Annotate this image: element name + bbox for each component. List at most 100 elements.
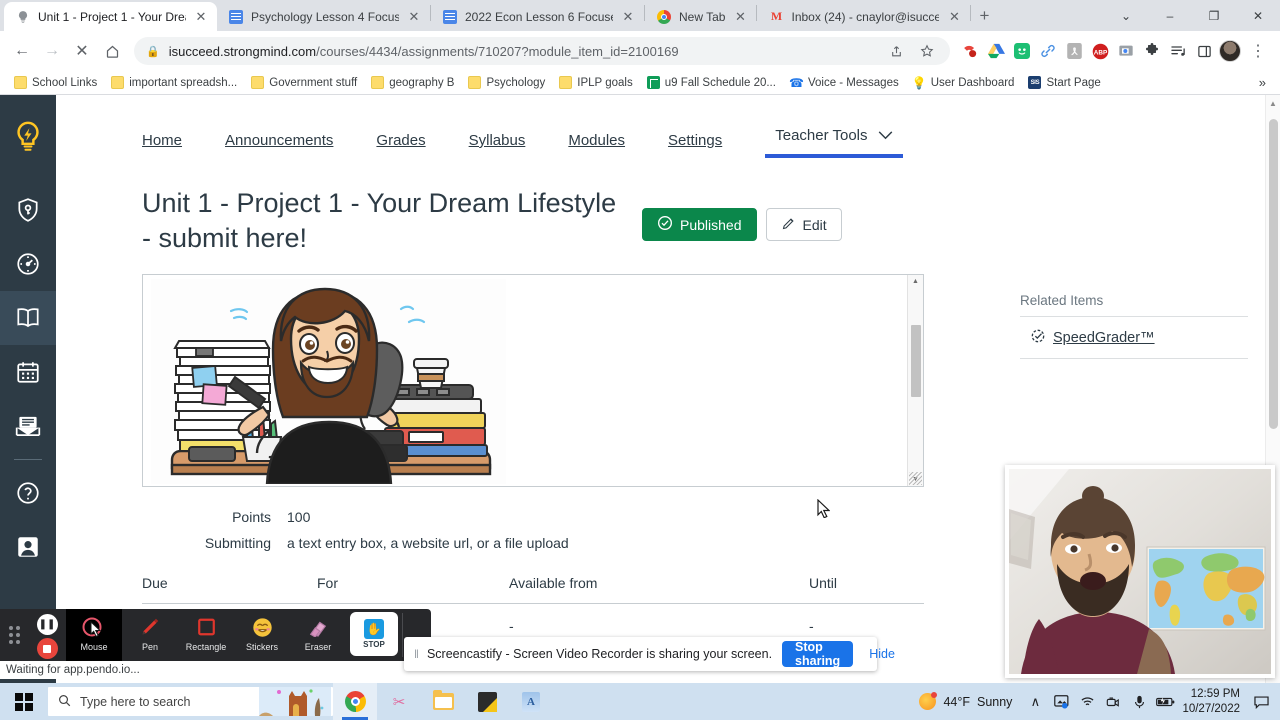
close-icon[interactable]: ✕ (406, 9, 422, 25)
show-hidden-icons-chevron-icon[interactable]: ∧ (1022, 683, 1048, 720)
sidebar-item-admin[interactable] (0, 183, 56, 237)
course-nav-grades[interactable]: Grades (376, 128, 425, 153)
side-panel-icon[interactable] (1192, 39, 1216, 63)
bookmark-geography-b[interactable]: geography B (365, 74, 460, 91)
chrome-remote-desktop-extension-icon[interactable] (1114, 39, 1138, 63)
teacher-tools-dropdown[interactable]: Teacher Tools (765, 123, 903, 158)
tool-stickers[interactable]: Stickers (234, 609, 290, 661)
bookmark-important-spreadsheets[interactable]: important spreadsh... (105, 74, 243, 91)
bookmark-u9-fall-schedule[interactable]: u9 Fall Schedule 20... (641, 74, 782, 91)
sidebar-item-courses[interactable] (0, 291, 56, 345)
tool-mouse[interactable]: Mouse (66, 609, 122, 661)
bookmarks-overflow-icon[interactable]: » (1253, 75, 1272, 90)
bookmark-iplp-goals[interactable]: IPLP goals (553, 74, 638, 91)
scroll-up-icon[interactable]: ▲ (912, 275, 919, 288)
microphone-icon[interactable] (1126, 683, 1152, 720)
bitmoji-extension-icon[interactable] (1010, 39, 1034, 63)
edit-button[interactable]: Edit (765, 208, 842, 241)
browser-tab-3[interactable]: New Tab ✕ (645, 2, 756, 31)
browser-tab-0[interactable]: Unit 1 - Project 1 - Your Drea ✕ (4, 2, 217, 31)
iframe-scrollbar[interactable]: ▲ ▼ (907, 275, 923, 487)
bookmark-label: important spreadsh... (129, 76, 238, 89)
bookmark-psychology[interactable]: Psychology (462, 74, 551, 91)
resize-grip-icon[interactable] (909, 472, 922, 486)
sidebar-item-dashboard[interactable] (0, 237, 56, 291)
new-tab-button[interactable]: + (971, 3, 997, 29)
hide-button[interactable]: Hide (863, 647, 901, 661)
record-stop-icon[interactable] (36, 638, 58, 659)
close-window-button[interactable]: ✕ (1236, 0, 1280, 31)
bookmark-user-dashboard[interactable]: 💡 User Dashboard (907, 74, 1021, 91)
sidebar-item-strongmind-logo[interactable] (0, 111, 56, 165)
adblock-plus-extension-icon[interactable]: ABP (1088, 39, 1112, 63)
share-icon[interactable] (885, 40, 907, 62)
sidebar-item-inbox[interactable] (0, 399, 56, 453)
start-button[interactable] (0, 683, 48, 720)
avatar[interactable] (1218, 39, 1242, 63)
taskbar-clock[interactable]: 12:59 PM 10/27/2022 (1178, 687, 1248, 716)
published-button[interactable]: Published (642, 208, 757, 241)
sidebar-item-account[interactable] (0, 520, 56, 574)
bookmark-voice-messages[interactable]: ☎ Voice - Messages (784, 74, 905, 91)
related-item-speedgrader[interactable]: SpeedGrader™ (1020, 317, 1248, 359)
wifi-icon[interactable] (1074, 683, 1100, 720)
reading-list-icon[interactable] (1166, 39, 1190, 63)
close-icon[interactable]: ✕ (946, 9, 962, 25)
screencastify-extension-icon[interactable] (958, 39, 982, 63)
home-icon[interactable] (98, 37, 126, 65)
scroll-up-icon[interactable]: ▲ (1266, 99, 1280, 108)
bookmark-star-icon[interactable] (916, 40, 938, 62)
sidebar-item-calendar[interactable] (0, 345, 56, 399)
maximize-button[interactable]: ❐ (1192, 0, 1236, 31)
minimize-button[interactable]: – (1148, 0, 1192, 31)
course-nav-settings[interactable]: Settings (668, 128, 722, 153)
taskbar-app-microsoft-store[interactable]: A (509, 683, 553, 720)
tool-label: Stickers (245, 642, 278, 652)
google-drive-extension-icon[interactable] (984, 39, 1008, 63)
camera-icon[interactable] (1100, 683, 1126, 720)
stop-sharing-button[interactable]: Stop sharing (782, 640, 854, 668)
pause-icon[interactable]: ❚❚ (36, 614, 58, 635)
battery-icon[interactable] (1152, 683, 1178, 720)
taskbar-app-sticky-notes[interactable] (465, 683, 509, 720)
bookmark-start-page[interactable]: SIS Start Page (1022, 74, 1106, 91)
course-nav-syllabus[interactable]: Syllabus (469, 128, 526, 153)
bookmark-government-stuff[interactable]: Government stuff (245, 74, 363, 91)
tool-rectangle[interactable]: Rectangle (178, 609, 234, 661)
drag-handle-icon[interactable] (0, 609, 28, 661)
taskbar-app-google-chrome[interactable] (333, 683, 377, 720)
extensions-puzzle-icon[interactable] (1140, 39, 1164, 63)
webcam-overlay[interactable] (1005, 465, 1275, 678)
adobe-acrobat-extension-icon[interactable] (1062, 39, 1086, 63)
back-icon[interactable]: ← (8, 37, 36, 65)
close-icon[interactable]: ✕ (732, 9, 748, 25)
bookmark-school-links[interactable]: School Links (8, 74, 103, 91)
taskbar-search-input[interactable]: Type here to search (48, 687, 333, 716)
browser-tab-2[interactable]: 2022 Econ Lesson 6 Focused ✕ (431, 2, 644, 31)
weather-widget[interactable]: 44°F Sunny (915, 692, 1022, 710)
browser-tab-1[interactable]: Psychology Lesson 4 Focused ✕ (217, 2, 430, 31)
chrome-menu-icon[interactable]: ⋮ (1244, 37, 1272, 65)
sidebar-item-help[interactable] (0, 466, 56, 520)
close-icon[interactable]: ✕ (620, 9, 636, 25)
link-extension-icon[interactable] (1036, 39, 1060, 63)
forward-icon[interactable]: → (38, 37, 66, 65)
taskbar-app-file-explorer[interactable] (421, 683, 465, 720)
notification-center-icon[interactable] (1248, 683, 1274, 720)
course-nav-modules[interactable]: Modules (568, 128, 625, 153)
taskbar-app-snipping-tool[interactable]: ✂ (377, 683, 421, 720)
stop-loading-icon[interactable]: ✕ (68, 37, 96, 65)
tab-search-icon[interactable]: ⌄ (1104, 0, 1148, 31)
tool-eraser[interactable]: Eraser (290, 609, 346, 661)
close-icon[interactable]: ✕ (193, 9, 209, 25)
course-nav-announcements[interactable]: Announcements (225, 128, 333, 153)
scrollbar-thumb[interactable] (1269, 119, 1278, 429)
tool-pen[interactable]: Pen (122, 609, 178, 661)
scrollbar-thumb[interactable] (911, 325, 921, 398)
stop-recording-button[interactable]: ✋ STOP (350, 612, 398, 656)
browser-tab-4[interactable]: M Inbox (24) - cnaylor@isuccee ✕ (757, 2, 970, 31)
drag-handle-icon[interactable]: ‖ (414, 647, 419, 661)
address-bar[interactable]: 🔒 isucceed.strongmind.com/courses/4434/a… (134, 37, 950, 65)
course-nav-home[interactable]: Home (142, 128, 182, 153)
display-settings-icon[interactable] (1048, 683, 1074, 720)
